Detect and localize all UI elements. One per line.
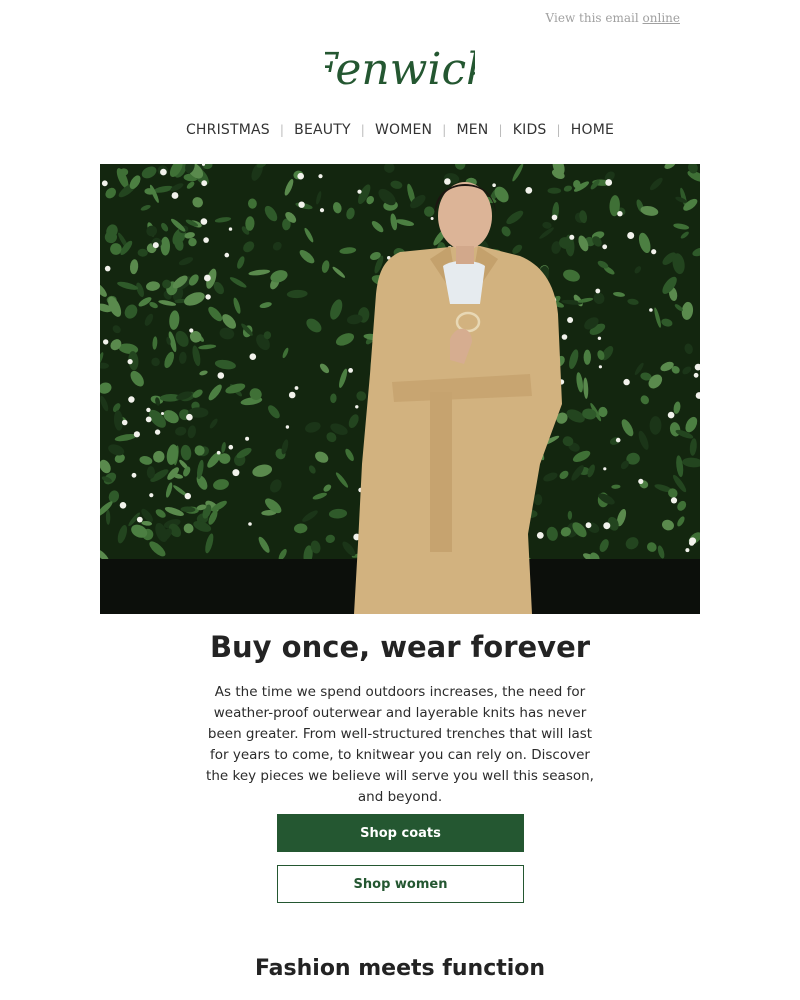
nav-item-beauty[interactable]: BEAUTY xyxy=(294,122,351,138)
nav-separator: | xyxy=(360,123,365,137)
nav-item-kids[interactable]: KIDS xyxy=(513,122,547,138)
nav-item-women[interactable]: WOMEN xyxy=(375,122,432,138)
shop-coats-button[interactable]: Shop coats xyxy=(277,814,524,852)
nav-separator: | xyxy=(442,123,447,137)
nav-item-christmas[interactable]: CHRISTMAS xyxy=(186,122,270,138)
hero-image[interactable] xyxy=(100,164,700,614)
nav-item-home[interactable]: HOME xyxy=(571,122,614,138)
page-title: Buy once, wear forever xyxy=(209,630,591,664)
view-online-link[interactable]: online xyxy=(643,11,680,25)
main-nav: CHRISTMAS | BEAUTY | WOMEN | MEN | KIDS | HOME xyxy=(0,122,800,138)
view-email-text: View this email xyxy=(545,11,639,25)
shop-women-button[interactable]: Shop women xyxy=(277,865,524,903)
intro-text: As the time we spend outdoors increases,… xyxy=(206,684,594,805)
nav-item-men[interactable]: MEN xyxy=(456,122,488,138)
brand-logo[interactable]: Fenwick xyxy=(0,38,800,104)
nav-separator: | xyxy=(556,123,561,137)
fenwick-logo-icon: Fenwick xyxy=(325,44,475,95)
nav-separator: | xyxy=(279,123,285,137)
logo-wordmark: Fenwick xyxy=(325,44,475,95)
model-in-camel-coat-photo-icon xyxy=(100,164,700,614)
section-title: Fashion meets function xyxy=(254,956,546,981)
nav-separator: | xyxy=(498,123,503,137)
view-online-bar: View this email online xyxy=(546,11,680,25)
